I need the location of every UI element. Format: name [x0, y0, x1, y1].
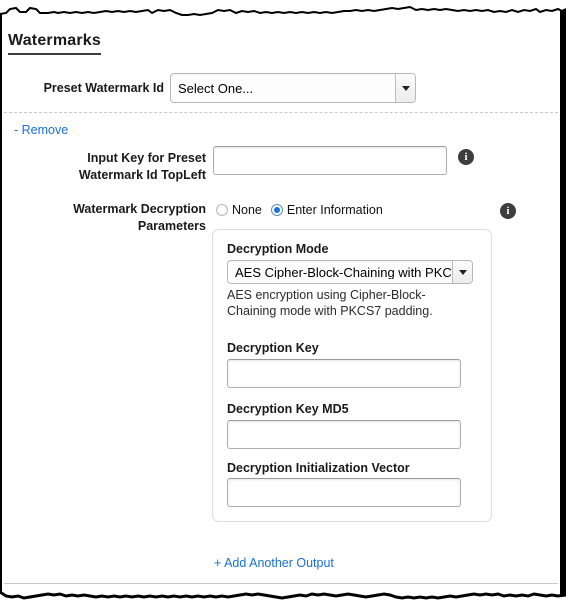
- input-key-label-line2: Watermark Id TopLeft: [78, 168, 206, 182]
- watermark-decryption-parameters-label: Watermark Decryption Parameters: [14, 201, 206, 235]
- decryption-mode-select[interactable]: AES Cipher-Block-Chaining with PKCS7 Pad…: [227, 260, 473, 284]
- info-icon[interactable]: i: [500, 203, 516, 219]
- radio-enter-information-label[interactable]: Enter Information: [287, 203, 383, 217]
- decryption-mode-help-text: AES encryption using Cipher-Block- Chain…: [227, 287, 442, 319]
- page-title: Watermarks: [8, 32, 102, 55]
- decryption-key-label: Decryption Key: [227, 341, 319, 355]
- preset-watermark-id-label: Preset Watermark Id: [43, 81, 164, 95]
- decryption-key-field[interactable]: [227, 359, 461, 388]
- section-divider: [4, 112, 558, 113]
- cropped-page: Watermarks Preset Watermark Id Select On…: [0, 0, 566, 606]
- decryption-mode-select-value: AES Cipher-Block-Chaining with PKCS7 Pad…: [235, 265, 452, 279]
- decryption-params-label-line2: Parameters: [137, 219, 206, 233]
- info-icon[interactable]: i: [458, 149, 474, 165]
- decryption-parameters-radio-group: None Enter Information: [216, 203, 392, 217]
- input-key-field[interactable]: [213, 146, 447, 175]
- radio-enter-information[interactable]: [270, 204, 283, 216]
- chevron-down-icon: [395, 74, 415, 102]
- decryption-mode-label: Decryption Mode: [227, 242, 329, 256]
- decryption-initialization-vector-field[interactable]: [227, 478, 461, 507]
- decryption-key-md5-field[interactable]: [227, 420, 461, 449]
- chevron-down-icon: [452, 261, 472, 283]
- page-right-border: [560, 8, 566, 598]
- input-key-label-line1: Input Key for Preset: [87, 151, 206, 165]
- decryption-params-label-line1: Watermark Decryption: [73, 202, 206, 216]
- preset-watermark-id-select[interactable]: Select One...: [170, 73, 416, 103]
- input-key-label: Input Key for Preset Watermark Id TopLef…: [14, 150, 206, 184]
- form-content: Watermarks Preset Watermark Id Select On…: [0, 0, 566, 606]
- footer-divider: [4, 583, 558, 584]
- remove-link[interactable]: - Remove: [14, 123, 68, 137]
- decryption-mode-help-line2: Chaining mode with PKCS7 padding.: [227, 304, 433, 318]
- radio-none-label[interactable]: None: [232, 203, 262, 217]
- page-left-border: [0, 10, 2, 598]
- radio-none[interactable]: [216, 204, 228, 216]
- add-another-output-link[interactable]: + Add Another Output: [214, 556, 334, 570]
- decryption-mode-help-line1: AES encryption using Cipher-Block-: [227, 288, 426, 302]
- decryption-key-md5-label: Decryption Key MD5: [227, 402, 349, 416]
- preset-watermark-id-select-value: Select One...: [178, 81, 254, 95]
- decryption-initialization-vector-label: Decryption Initialization Vector: [227, 461, 410, 475]
